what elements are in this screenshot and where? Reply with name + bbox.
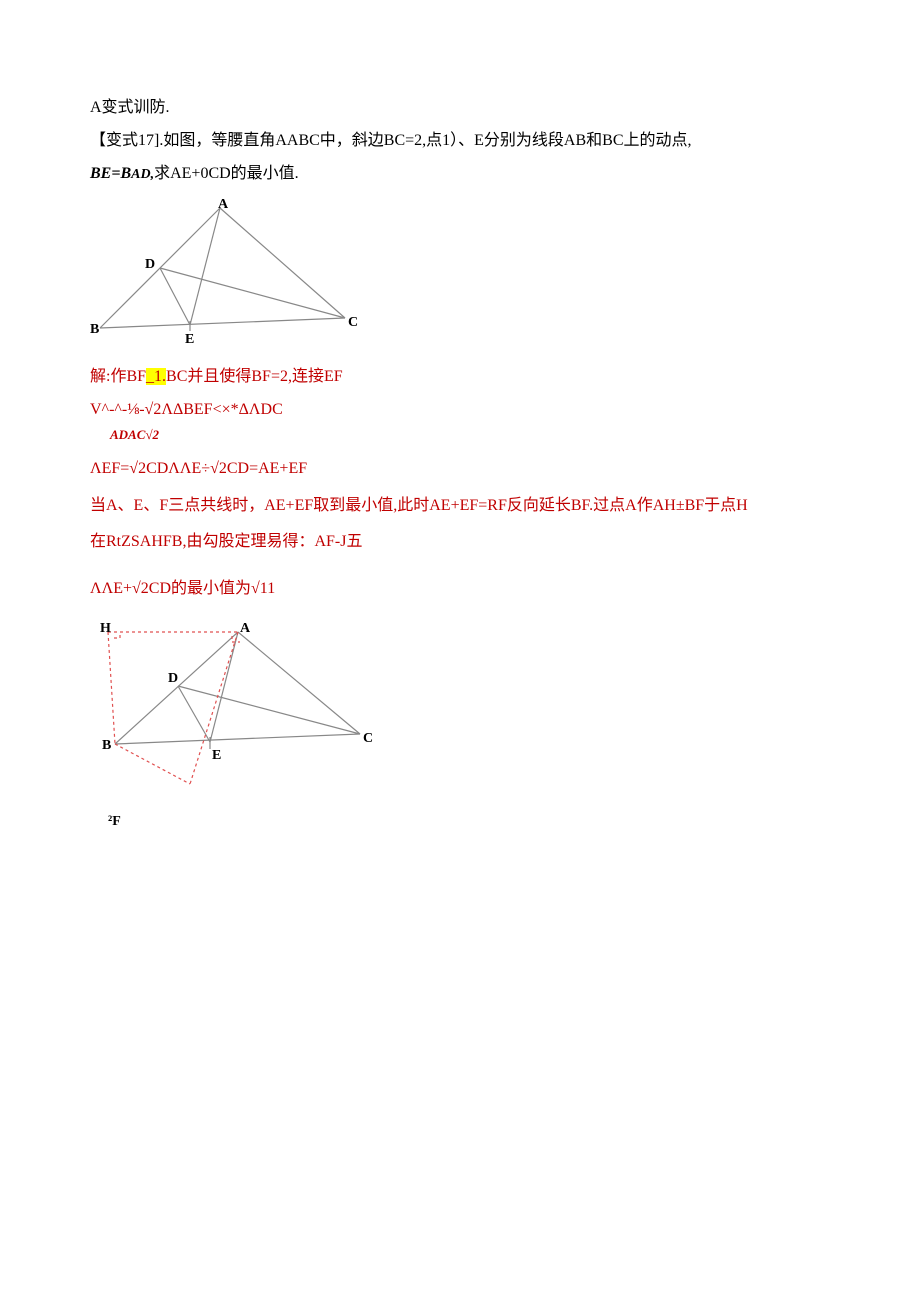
label-a2: A (240, 621, 251, 636)
solution-line-2: V^-^-⅛-√2ΛΔBEF<×*ΔΛDC (90, 400, 830, 419)
expr-be: BE=B (90, 165, 131, 182)
sol1-highlight: _1. (146, 368, 166, 385)
label-c: C (348, 315, 358, 330)
solution-line-2-sub: ADAC√2 (110, 423, 830, 446)
sol1-a: 解:作BF (90, 368, 146, 385)
solution-line-6: ΛΛE+√2CD的最小值为√11 (90, 575, 830, 604)
solution-line-1: 解:作BF_1.BC并且使得BF=2,连接EF (90, 363, 830, 392)
figure-1: A B C D E (90, 198, 360, 353)
line-variant-header: A变式训防. (90, 94, 830, 123)
label-d2: D (168, 671, 178, 686)
label-e2: E (212, 748, 221, 763)
label-d: D (145, 257, 155, 272)
solution-line-3: ΛEF=√2CDΛΛE÷√2CD=AE+EF (90, 455, 830, 484)
expr-tail: 求AE+0CD的最小值. (154, 165, 299, 182)
label-f2: ²F (108, 807, 830, 836)
label-e: E (185, 332, 194, 347)
label-a: A (218, 198, 229, 212)
expr-ad: AD, (131, 167, 154, 182)
solution-line-4: 当A、E、F三点共线时，AE+EF取到最小值,此时AE+EF=RF反向延长BF.… (90, 492, 830, 521)
problem-line-1: 【变式17].如图，等腰直角AABC中，斜边BC=2,点1）、E分别为线段AB和… (90, 127, 830, 156)
sol1-b: BC并且使得BF=2,连接EF (166, 368, 343, 385)
figure-2: H A B C D E (90, 614, 380, 789)
solution-line-5: 在RtZSAHFB,由勾股定理易得：AF-J五 (90, 528, 830, 557)
label-h: H (100, 621, 111, 636)
label-b: B (90, 322, 99, 337)
label-c2: C (363, 731, 373, 746)
problem-line-2: BE=BAD,求AE+0CD的最小值. (90, 160, 830, 189)
label-b2: B (102, 738, 111, 753)
